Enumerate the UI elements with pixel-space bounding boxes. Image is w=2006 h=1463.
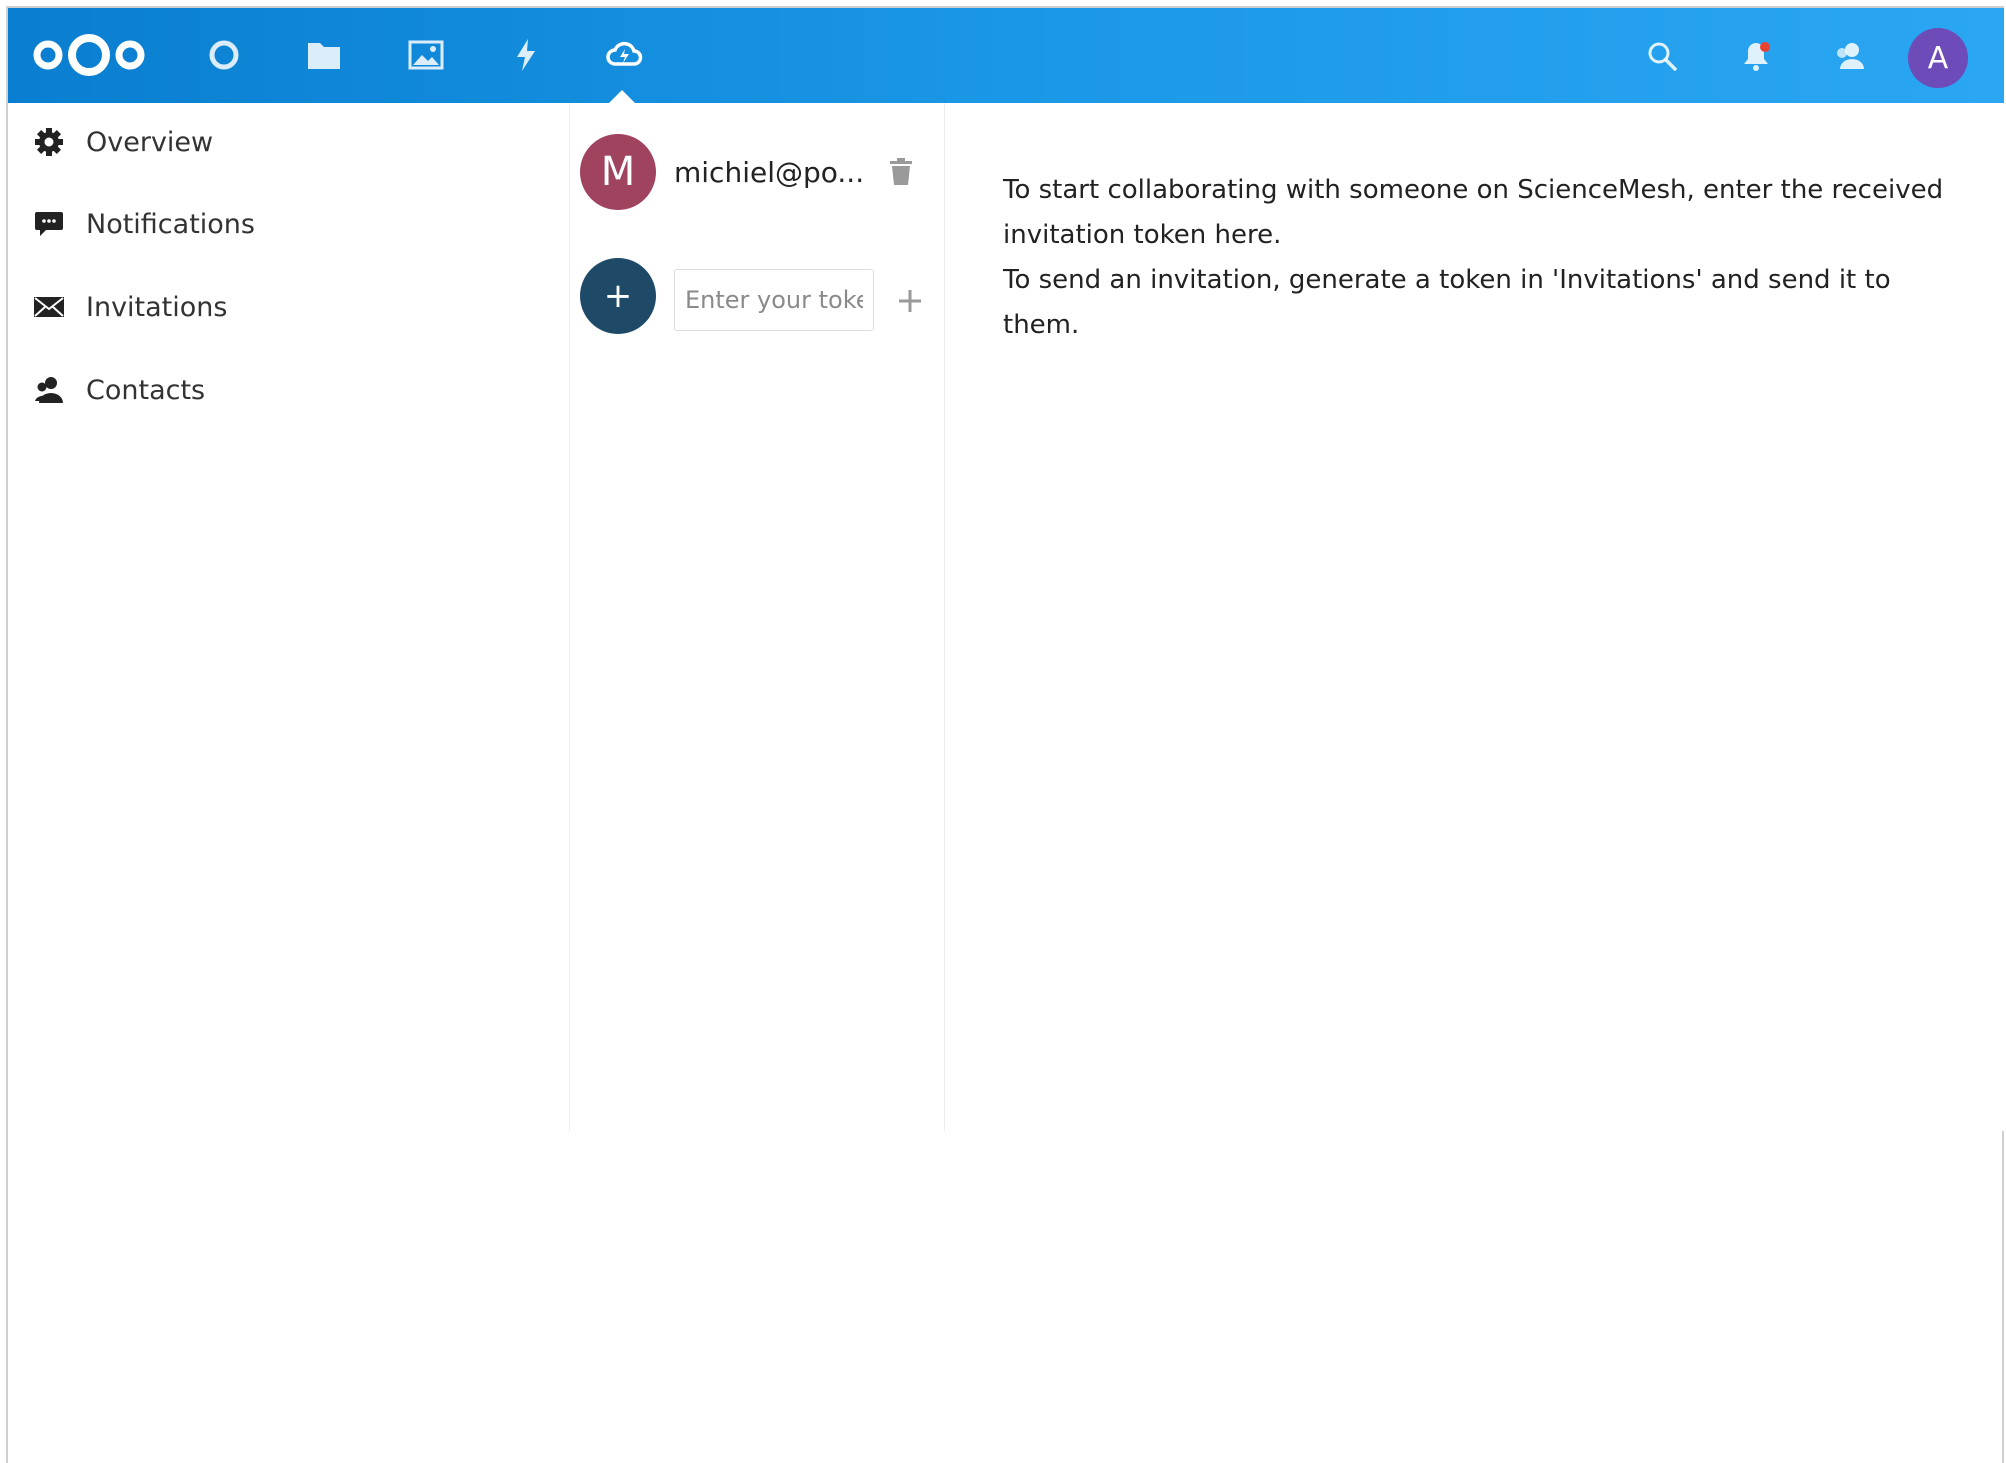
app-window: A Overview Notifications Invitations Con… <box>6 6 2004 1463</box>
nextcloud-logo-icon[interactable] <box>30 30 148 80</box>
instruction-text-send: To send an invitation, generate a token … <box>1003 265 1891 340</box>
sidebar-item-overview[interactable]: Overview <box>8 112 548 172</box>
contacts-list-column: M michiel@po... + <box>569 103 945 1131</box>
app-navigation-sidebar: Overview Notifications Invitations Conta… <box>8 103 569 1131</box>
sidebar-item-label: Invitations <box>86 291 228 323</box>
sidebar-item-invitations[interactable]: Invitations <box>8 277 548 337</box>
main-content: To start collaborating with someone on S… <box>1003 168 1963 348</box>
files-app-folder-icon[interactable] <box>304 35 344 75</box>
submit-token-plus-icon[interactable] <box>892 283 928 319</box>
delete-contact-trash-icon[interactable] <box>884 155 918 189</box>
add-contact-plus-symbol: + <box>603 276 633 316</box>
person-icon <box>32 373 66 407</box>
instruction-text-receive: To start collaborating with someone on S… <box>1003 175 1944 250</box>
token-input[interactable] <box>675 270 873 330</box>
contact-avatar-letter: M <box>600 149 636 195</box>
sidebar-item-contacts[interactable]: Contacts <box>8 360 548 420</box>
user-avatar-letter: A <box>1927 40 1949 76</box>
envelope-icon <box>32 290 66 324</box>
token-field <box>674 269 874 331</box>
notifications-bell-icon[interactable] <box>1738 38 1774 74</box>
sidebar-item-label: Contacts <box>86 374 206 406</box>
top-header: A <box>8 8 2004 105</box>
notification-dot <box>1760 42 1770 52</box>
activity-app-lightning-icon[interactable] <box>506 35 546 75</box>
window-edge-divider <box>2002 1131 2004 1463</box>
add-contact-button[interactable]: + <box>580 258 656 334</box>
chat-bubble-icon <box>32 207 66 241</box>
gear-icon <box>32 125 66 159</box>
sciencemesh-app-cloud-icon[interactable] <box>604 35 644 75</box>
contacts-menu-icon[interactable] <box>1832 38 1868 74</box>
contact-avatar: M <box>580 134 656 210</box>
sidebar-item-label: Overview <box>86 126 214 158</box>
search-icon[interactable] <box>1644 38 1680 74</box>
user-avatar[interactable]: A <box>1908 28 1968 88</box>
contact-list-item[interactable]: M michiel@po... <box>580 133 930 211</box>
sidebar-item-label: Notifications <box>86 208 255 240</box>
dashboard-app-circle-icon[interactable] <box>204 35 244 75</box>
sidebar-item-notifications[interactable]: Notifications <box>8 194 548 254</box>
photos-app-image-icon[interactable] <box>406 35 446 75</box>
contact-name: michiel@po... <box>674 155 864 189</box>
